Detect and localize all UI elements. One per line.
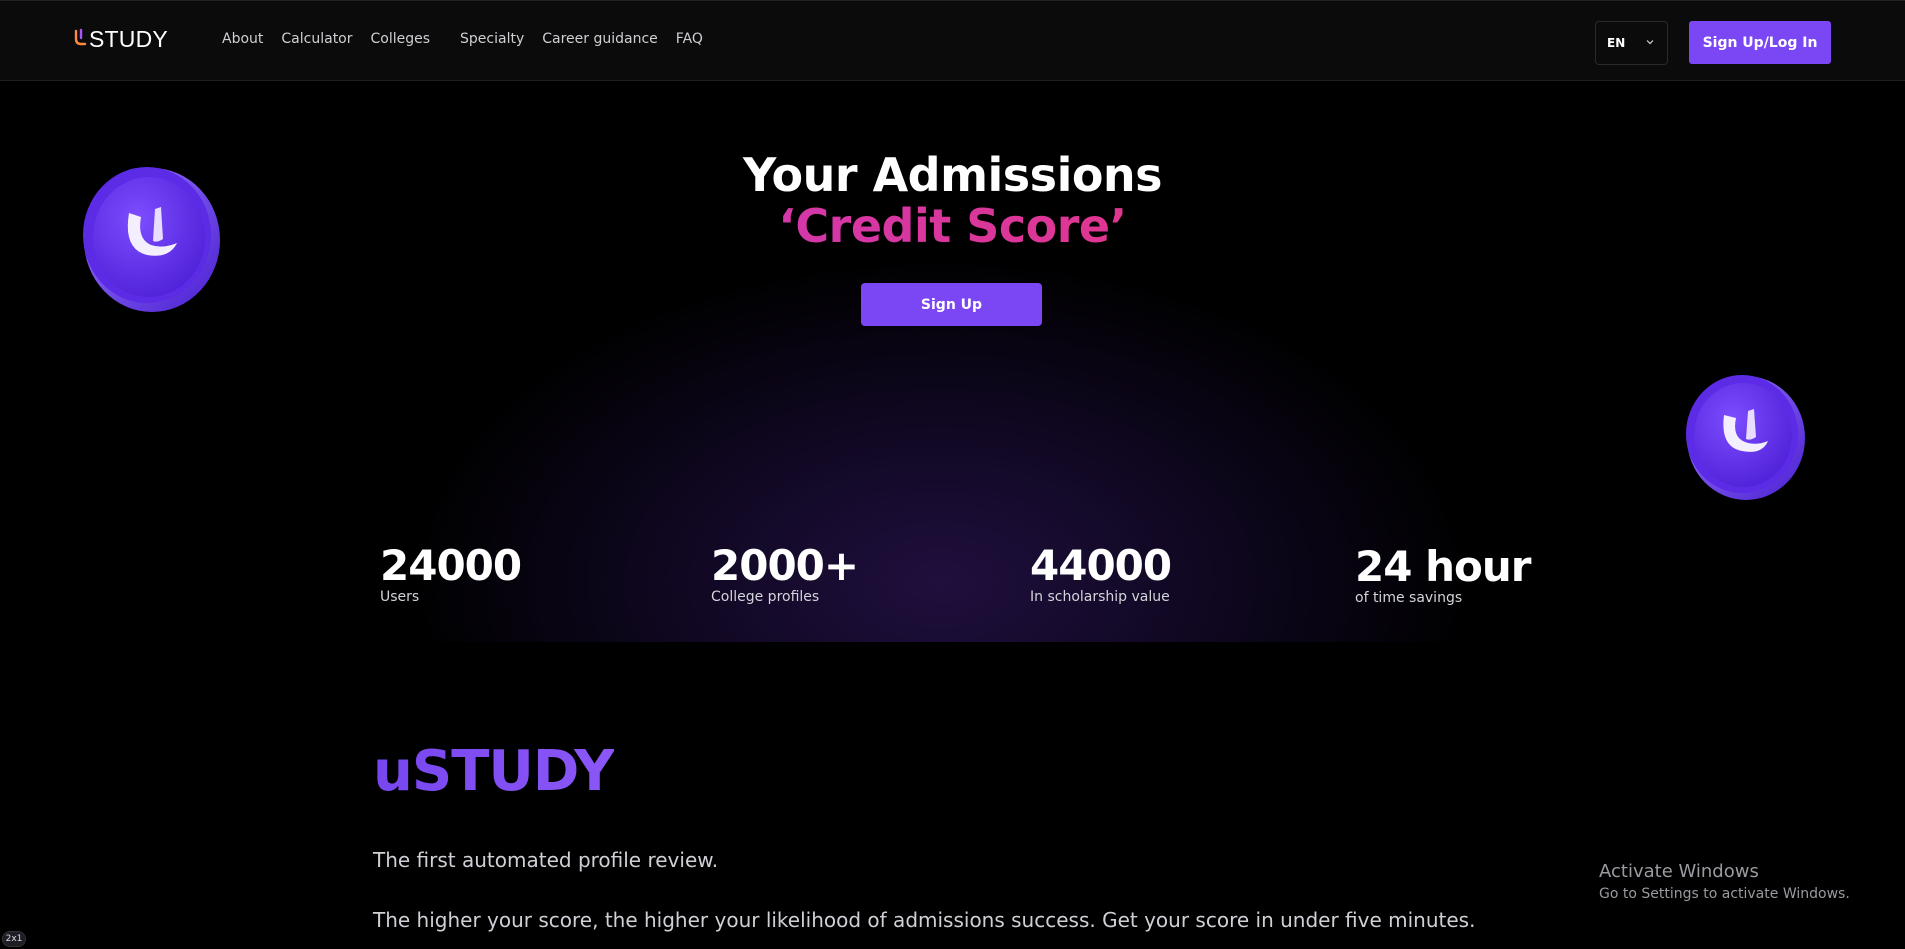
- stat-label: Users: [380, 589, 420, 605]
- nav-about[interactable]: About: [222, 31, 263, 47]
- stat-label: of time savings: [1355, 590, 1463, 606]
- stat-scholarship-value: 44000 In scholarship value: [1030, 541, 1172, 606]
- stat-label: In scholarship value: [1030, 589, 1170, 605]
- about-paragraph: The first automated profile review.: [373, 848, 719, 872]
- language-value: EN: [1607, 36, 1626, 50]
- hero-title-line2: ‘Credit Score’: [0, 201, 1905, 251]
- windows-activation-watermark: Activate Windows Go to Settings to activ…: [1599, 860, 1850, 904]
- hero-title: Your Admissions ‘Credit Score’: [0, 150, 1905, 251]
- stat-label: College profiles: [711, 589, 820, 605]
- hero-signup-button[interactable]: Sign Up: [861, 283, 1042, 326]
- top-navbar: STUDY About Calculator Colleges Specialt…: [0, 0, 1905, 81]
- about-paragraph: The higher your score, the higher your l…: [373, 908, 1476, 932]
- stat-users: 24000 Users: [380, 541, 522, 606]
- signup-login-button[interactable]: Sign Up/Log In: [1689, 21, 1831, 64]
- about-title: uSTUDY: [373, 739, 615, 804]
- chevron-down-icon: [1646, 40, 1654, 45]
- logo-text: STUDY: [89, 25, 168, 52]
- ustudy-coin-icon: [1686, 375, 1805, 500]
- hero-section: Your Admissions ‘Credit Score’ Sign Up 2…: [0, 82, 1905, 642]
- nav-faq[interactable]: FAQ: [676, 31, 703, 47]
- activation-title: Activate Windows: [1599, 861, 1759, 882]
- stat-value: 24000: [380, 541, 522, 590]
- stat-value: 2000+: [711, 541, 859, 590]
- activation-subtitle: Go to Settings to activate Windows.: [1599, 886, 1850, 902]
- ustudy-logo[interactable]: STUDY: [73, 25, 168, 53]
- nav-career-guidance[interactable]: Career guidance: [542, 31, 658, 47]
- language-select[interactable]: EN: [1595, 21, 1668, 65]
- nav-specialty[interactable]: Specialty: [460, 31, 524, 47]
- stat-value: 24 hour: [1355, 542, 1531, 591]
- nav-calculator[interactable]: Calculator: [281, 31, 352, 47]
- nav-colleges[interactable]: Colleges: [371, 31, 431, 47]
- ustudy-logo-icon: [74, 28, 87, 46]
- hero-title-line1: Your Admissions: [742, 148, 1163, 202]
- corner-badge: 2x1: [2, 931, 26, 947]
- stat-college-profiles: 2000+ College profiles: [711, 541, 859, 606]
- stat-time-savings: 24 hour of time savings: [1355, 542, 1531, 607]
- stat-value: 44000: [1030, 541, 1172, 590]
- main-nav: About Calculator Colleges Specialty Care…: [222, 31, 703, 47]
